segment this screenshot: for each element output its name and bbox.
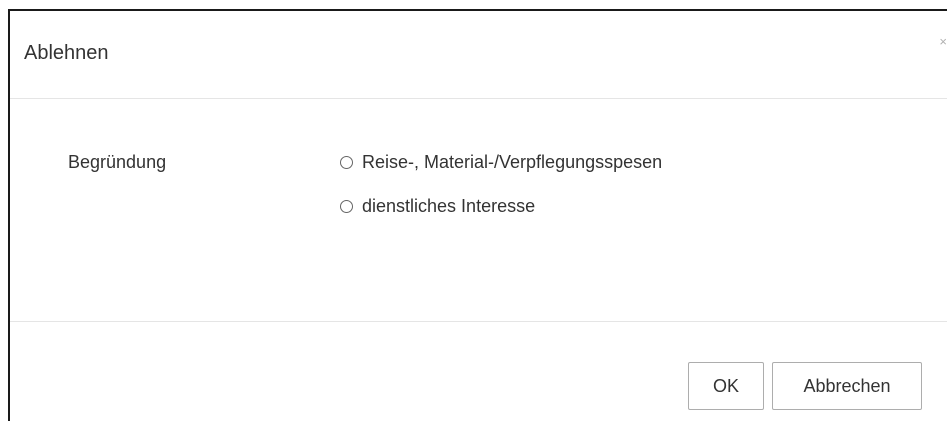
radio-label: Reise-, Material-/Verpflegungsspesen	[362, 152, 663, 172]
ok-button[interactable]: OK	[688, 362, 764, 410]
dialog-footer: OK Abbrechen	[10, 321, 947, 421]
reason-option-business-interest[interactable]: dienstliches Interesse	[340, 195, 535, 217]
dialog-header: Ablehnen ×	[10, 11, 947, 99]
radio-button[interactable]	[340, 155, 353, 169]
reason-option-expenses[interactable]: Reise-, Material-/Verpflegungsspesen	[340, 151, 662, 173]
close-icon[interactable]: ×	[939, 35, 947, 48]
cancel-button[interactable]: Abbrechen	[772, 362, 922, 410]
radio-label: dienstliches Interesse	[362, 196, 536, 216]
reject-dialog: Ablehnen × Begründung Reise-, Material-/…	[8, 9, 947, 421]
reason-label: Begründung	[68, 152, 167, 172]
dialog-body: Begründung Reise-, Material-/Verpflegung…	[10, 99, 947, 321]
radio-button[interactable]	[340, 199, 353, 213]
dialog-title: Ablehnen	[24, 42, 109, 64]
